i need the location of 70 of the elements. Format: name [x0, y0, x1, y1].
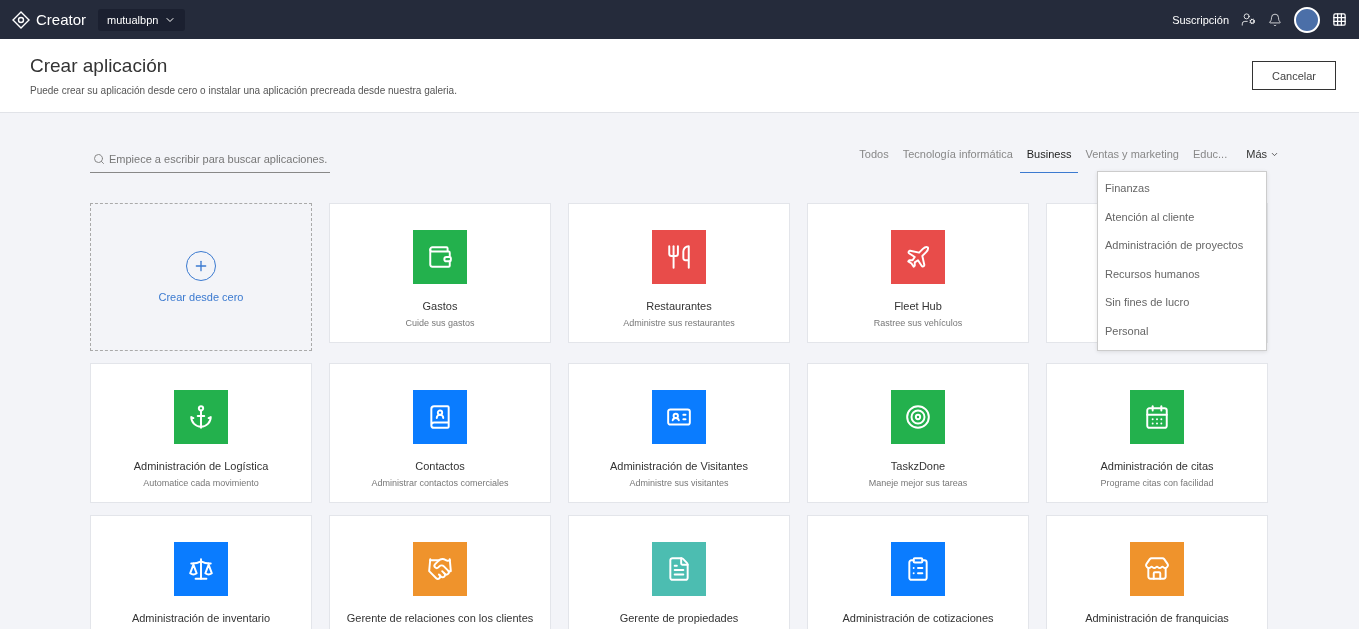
create-label: Crear desde cero [158, 291, 244, 303]
subscription-link[interactable]: Suscripción [1172, 13, 1229, 26]
app-icon [427, 404, 453, 430]
brand-logo[interactable]: Creator [12, 10, 87, 29]
app-title: Restaurantes [646, 300, 712, 312]
apps-grid-icon[interactable] [1332, 12, 1347, 27]
app-title: Gerente de relaciones con los clientes [346, 612, 534, 624]
app-card[interactable]: Administración de Logística Automatice cada movimiento [90, 363, 312, 503]
app-title: Administración de inventario [131, 612, 271, 624]
app-card[interactable]: Contactos Administrar contactos comerciales [329, 363, 551, 503]
app-title: TaskzDone [890, 460, 946, 472]
app-icon [1144, 404, 1170, 430]
menu-item[interactable]: Sin fines de lucro [1098, 289, 1266, 318]
app-title: Administración de franquicias [1085, 612, 1229, 624]
app-description: Administrar contactos comerciales [371, 478, 509, 488]
app-description: Automatice cada movimiento [143, 478, 259, 488]
app-title: Administración de Logística [133, 460, 269, 472]
search-field[interactable]: Empiece a escribir para buscar aplicaciones. [90, 145, 330, 173]
cancel-button[interactable]: Cancelar [1252, 61, 1336, 90]
app-description: Cuide sus gastos [405, 318, 475, 328]
diamond-logo-icon [12, 10, 30, 29]
app-title: Contactos [415, 460, 465, 472]
menu-item[interactable]: Finanzas [1098, 175, 1266, 204]
app-icon [188, 556, 214, 582]
app-card[interactable]: TaskzDone Maneje mejor sus tareas [807, 363, 1029, 503]
category-tab[interactable]: Business [1019, 141, 1079, 173]
page-title: Crear aplicación [30, 55, 169, 77]
app-icon [427, 556, 453, 582]
app-card[interactable]: Restaurantes Administre sus restaurantes [568, 203, 790, 343]
app-card[interactable]: Administración de citas Programe citas con facilidad [1046, 363, 1268, 503]
menu-item[interactable]: Administración de proyectos [1098, 232, 1266, 261]
app-title: Administración de citas [1100, 460, 1214, 472]
app-description: Rastree sus vehículos [873, 318, 963, 328]
app-card[interactable]: Administración de Visitantes Administre sus visitantes [568, 363, 790, 503]
search-icon [93, 153, 105, 165]
app-card[interactable]: Gerente de propiedades [568, 515, 790, 629]
menu-item[interactable]: Recursos humanos [1098, 260, 1266, 290]
app-card[interactable]: Gerente de relaciones con los clientes [329, 515, 551, 629]
app-icon [666, 556, 692, 582]
app-description: Programe citas con facilidad [1100, 478, 1214, 488]
app-icon [1144, 556, 1170, 582]
app-description: Maneje mejor sus tareas [868, 478, 968, 488]
app-icon [427, 244, 453, 270]
app-icon [666, 244, 692, 270]
app-description: Administre sus restaurantes [623, 318, 735, 328]
more-dropdown[interactable]: Más [1242, 141, 1283, 173]
app-icon [905, 244, 931, 270]
menu-item[interactable]: Personal [1098, 317, 1266, 347]
user-settings-icon[interactable] [1241, 12, 1256, 27]
app-title: Gerente de propiedades [619, 612, 739, 624]
create-from-scratch-card[interactable]: Crear desde cero [90, 203, 312, 351]
bell-icon[interactable] [1268, 12, 1282, 27]
app-card[interactable]: Gastos Cuide sus gastos [329, 203, 551, 343]
avatar[interactable] [1294, 6, 1320, 33]
app-title: Administración de cotizaciones [842, 612, 994, 624]
app-title: Administración de Visitantes [610, 460, 748, 472]
brand-name: Creator [36, 11, 87, 28]
app-icon [188, 404, 214, 430]
app-card[interactable]: Administración de inventario [90, 515, 312, 629]
menu-item[interactable]: Atención al cliente [1098, 203, 1266, 233]
workspace-dropdown[interactable]: mutualbpn [98, 8, 186, 31]
app-title: Gastos [422, 300, 458, 312]
app-title: Fleet Hub [894, 300, 942, 312]
app-card[interactable]: Administración de franquicias [1046, 515, 1268, 629]
app-card[interactable]: Fleet Hub Rastree sus vehículos [807, 203, 1029, 343]
app-icon [905, 556, 931, 582]
app-icon [905, 404, 931, 430]
page-subtitle: Puede crear su aplicación desde cero o instalar una aplicación precreada desde nuestra galeria. [30, 85, 458, 96]
app-description: Administre sus visitantes [629, 478, 729, 488]
app-card[interactable]: Administración de cotizaciones [807, 515, 1029, 629]
